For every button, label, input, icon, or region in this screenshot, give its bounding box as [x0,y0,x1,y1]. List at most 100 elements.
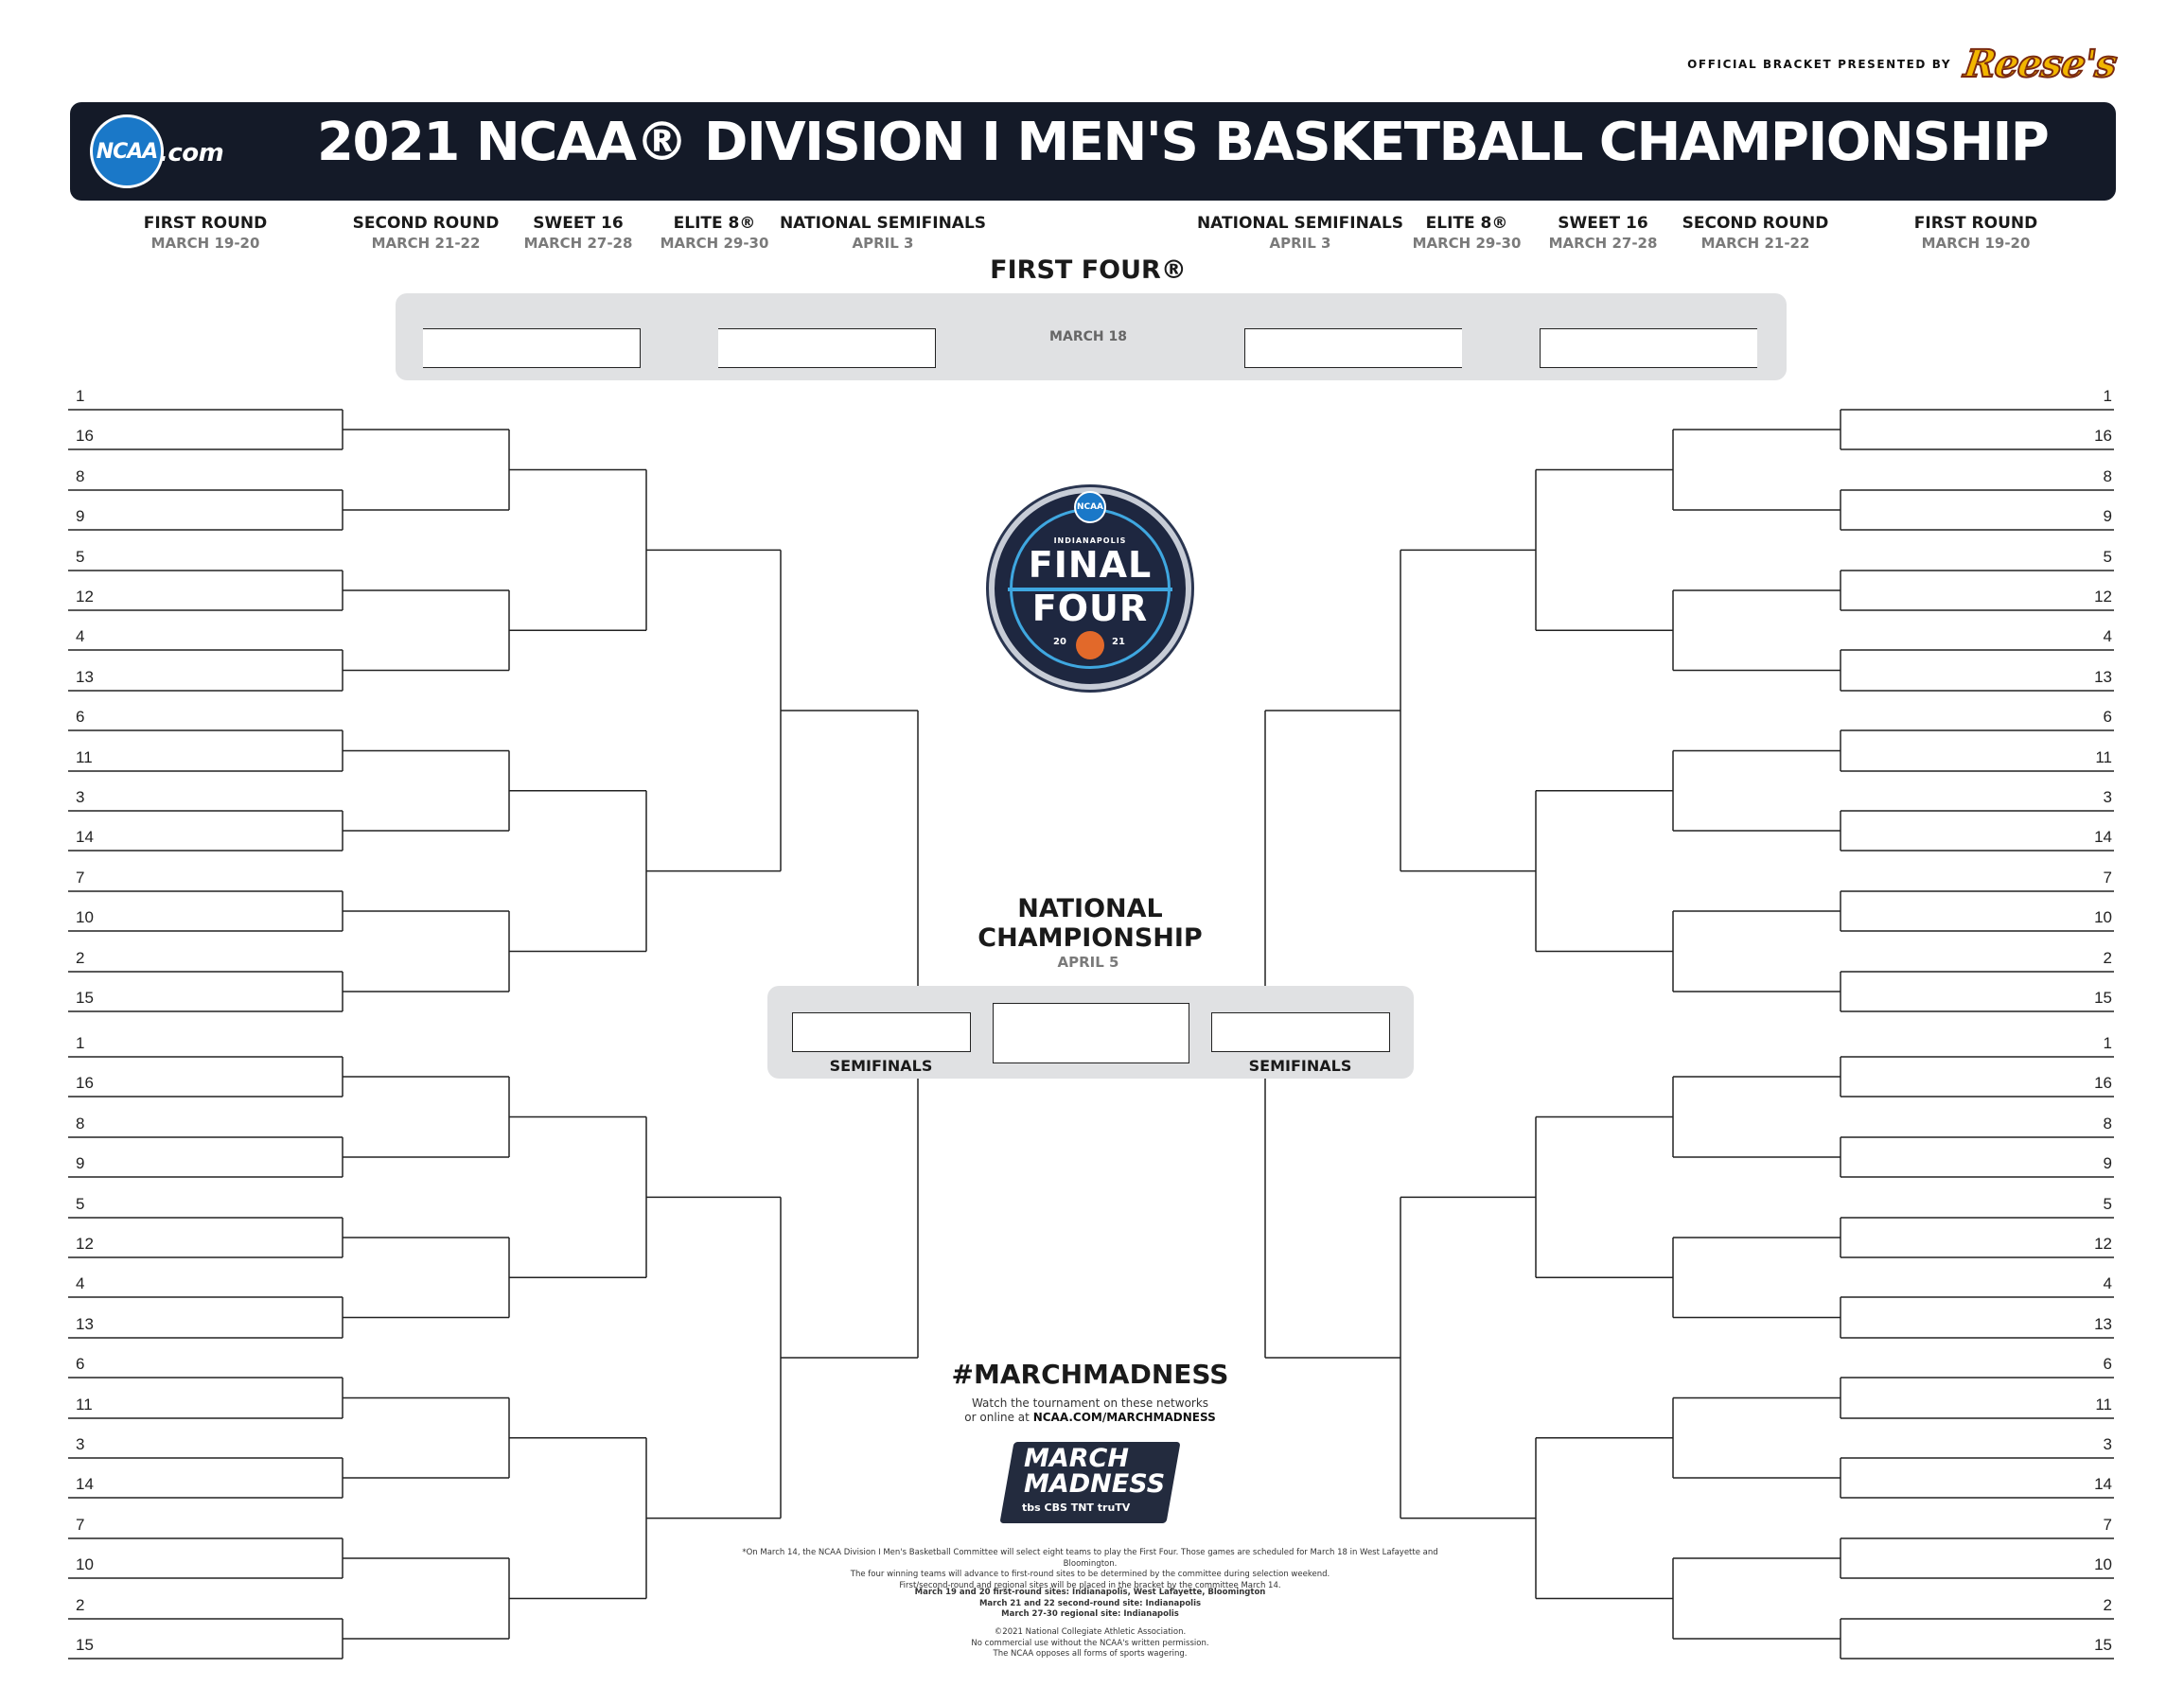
watch-info: Watch the tournament on these networks o… [899,1396,1281,1425]
seed-label: 5 [76,548,85,566]
seed-label: 6 [2103,708,2112,726]
seed-label: 3 [76,1435,85,1453]
seed-label: 12 [76,588,94,606]
seed-label: 7 [76,1516,85,1534]
seed-label: 14 [2094,828,2112,846]
seed-label: 11 [76,1396,93,1414]
seed-label: 9 [76,1154,85,1172]
final-four-word-four: FOUR [1031,588,1149,629]
seed-label: 11 [2095,748,2112,766]
seed-label: 12 [2094,588,2112,606]
seed-label: 3 [2103,788,2112,806]
semifinals-label-right: SEMIFINALS [1248,1057,1352,1075]
footnote-line: The four winning teams will advance to f… [850,1570,1330,1579]
seed-label: 3 [76,788,85,806]
final-four-ncaa-badge: NCAA [1074,491,1106,523]
network-logos: tbs CBS TNT truTV [1022,1502,1131,1514]
championship-title-line1: NATIONAL [1017,894,1163,923]
semifinal-winner-slot-left[interactable] [792,1012,971,1052]
final-four-logo: NCAA INDIANAPOLIS FINAL FOUR 20 21 [989,487,1191,690]
seed-label: 8 [76,467,85,485]
seed-label: 4 [76,627,85,645]
seed-label: 1 [2103,387,2112,405]
seed-label: 16 [76,427,94,445]
seed-label: 12 [2094,1235,2112,1253]
final-four-year-right: 21 [1112,637,1125,647]
championship-title-line2: CHAMPIONSHIP [978,923,1203,953]
seed-label: 16 [2094,1074,2112,1092]
footnote-line: March 27-30 regional site: Indianapolis [1001,1609,1179,1619]
semifinals-label-left: SEMIFINALS [829,1057,933,1075]
seed-label: 5 [2103,1195,2112,1213]
seed-label: 8 [2103,1115,2112,1133]
seed-label: 2 [76,1596,85,1614]
seed-label: 4 [2103,627,2112,645]
seed-label: 7 [2103,1516,2112,1534]
seed-label: 9 [2103,507,2112,525]
march-madness-hashtag: #MARCHMADNESS [951,1359,1229,1390]
seed-label: 1 [76,387,85,405]
seed-label: 6 [76,708,85,726]
seed-label: 15 [76,1636,94,1654]
footnote-line: The NCAA opposes all forms of sports wag… [993,1649,1188,1659]
seed-label: 10 [76,908,94,926]
seed-label: 1 [76,1034,85,1052]
mm-word-madness: MADNESS [1024,1469,1166,1499]
footnote-copyright: ©2021 National Collegiate Athletic Assoc… [719,1627,1461,1660]
seed-label: 13 [2094,1315,2112,1333]
seed-label: 7 [76,869,85,887]
seed-label: 12 [76,1235,94,1253]
seed-label: 10 [76,1555,94,1573]
mm-word-march: MARCH [1024,1444,1129,1473]
semifinal-winner-slot-right[interactable] [1211,1012,1390,1052]
seed-label: 5 [76,1195,85,1213]
seed-label: 2 [2103,1596,2112,1614]
seed-label: 8 [76,1115,85,1133]
seed-label: 14 [76,1475,94,1493]
seed-label: 8 [2103,467,2112,485]
watch-line-2: or online at NCAA.COM/MARCHMADNESS [899,1411,1281,1425]
footnote-selection: *On March 14, the NCAA Division I Men's … [719,1548,1461,1591]
seed-label: 7 [2103,869,2112,887]
championship-date: APRIL 5 [1057,954,1119,971]
seed-label: 14 [76,828,94,846]
seed-label: 15 [2094,1636,2112,1654]
seed-label: 9 [76,507,85,525]
bracket-lines [68,409,2114,1660]
seed-label: 14 [2094,1475,2112,1493]
footnote-sites: March 19 and 20 first-round sites: India… [719,1588,1461,1621]
footnote-line: ©2021 National Collegiate Athletic Assoc… [994,1627,1187,1637]
seed-label: 10 [2094,908,2112,926]
seed-label: 10 [2094,1555,2112,1573]
seed-label: 5 [2103,548,2112,566]
basketball-icon [1076,631,1104,659]
seed-label: 15 [76,989,94,1007]
seed-label: 11 [76,748,93,766]
watch-line-1: Watch the tournament on these networks [971,1396,1209,1410]
watch-url[interactable]: NCAA.COM/MARCHMADNESS [1033,1411,1216,1424]
seed-label: 4 [2103,1274,2112,1292]
seed-label: 4 [76,1274,85,1292]
seed-label: 13 [76,668,94,686]
march-madness-logo-text: MARCH MADNESS [1024,1446,1175,1497]
national-championship-title: NATIONAL CHAMPIONSHIP [946,894,1234,953]
seed-label: 11 [2095,1396,2112,1414]
seed-label: 15 [2094,989,2112,1007]
seed-label: 3 [2103,1435,2112,1453]
seed-label: 9 [2103,1154,2112,1172]
final-four-word-final: FINAL [1028,544,1153,586]
champion-slot[interactable] [993,1003,1189,1063]
seed-label: 16 [2094,427,2112,445]
seed-label: 13 [76,1315,94,1333]
footnote-line: March 21 and 22 second-round site: India… [978,1598,1202,1608]
watch-prefix: or online at [964,1411,1030,1424]
footnote-line: No commercial use without the NCAA's wri… [971,1638,1209,1648]
seed-label: 2 [76,949,85,967]
seed-label: 13 [2094,668,2112,686]
seed-label: 16 [76,1074,94,1092]
footnote-line: March 19 and 20 first-round sites: India… [914,1588,1266,1597]
final-four-year-left: 20 [1053,637,1066,647]
seed-label: 2 [2103,949,2112,967]
seed-label: 1 [2103,1034,2112,1052]
seed-label: 6 [2103,1355,2112,1373]
